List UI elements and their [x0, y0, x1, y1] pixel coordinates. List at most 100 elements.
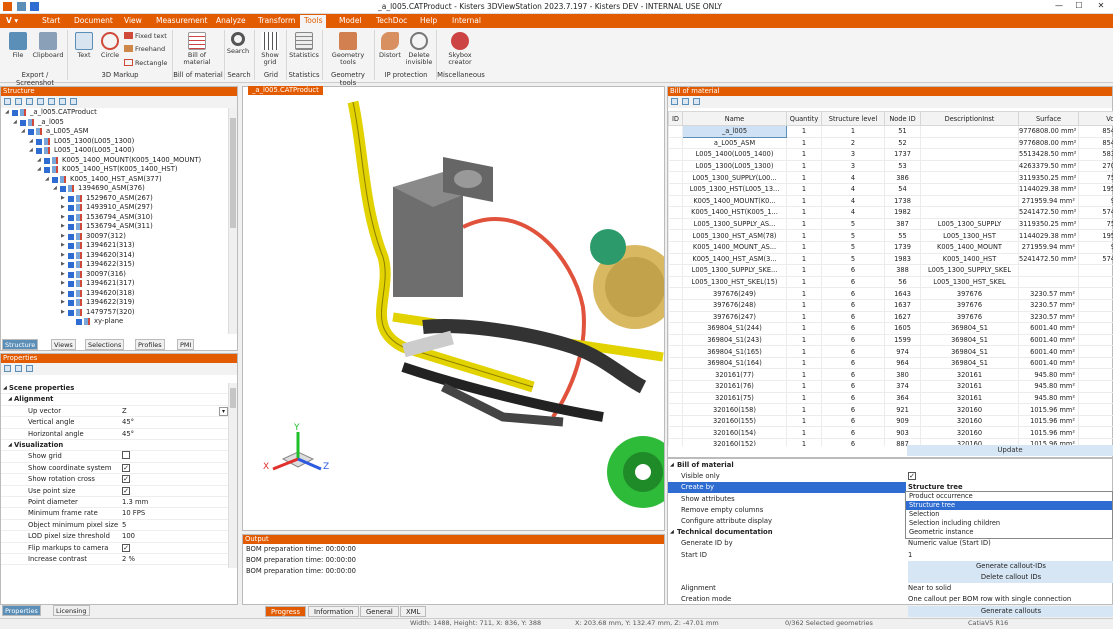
table-row[interactable]: 369804_S1(164)16964369804_S16001.40 mm²3…	[669, 357, 1113, 369]
table-row[interactable]: K005_1400_HST_ASM(3...151983K005_1400_HS…	[669, 253, 1113, 265]
property-checkbox[interactable]: ✓	[122, 487, 130, 495]
property-checkbox[interactable]	[122, 451, 130, 459]
table-row[interactable]: L005_1300_HST(L005_13...14541144029.38 m…	[669, 183, 1113, 195]
expand-arrow-icon[interactable]: ▶	[61, 203, 65, 213]
tab-properties[interactable]: Properties	[2, 605, 41, 616]
expand-arrow-icon[interactable]: ▶	[61, 298, 65, 308]
table-row[interactable]: L005_1300_HST_SKEL(15)1656L005_1300_HST_…	[669, 276, 1113, 288]
tree-option-icon[interactable]	[70, 98, 77, 105]
tab-general[interactable]: General	[360, 606, 399, 617]
tree-node[interactable]: ◢K005_1400_HST_ASM(377)	[1, 175, 229, 185]
text-markup-button[interactable]: Text	[72, 32, 96, 59]
property-value[interactable]: 10 FPS	[122, 509, 145, 517]
update-button[interactable]: Update	[907, 445, 1113, 456]
generate-callouts-button[interactable]: Generate callouts	[908, 606, 1113, 617]
table-row[interactable]: 320160(158)169213201601015.96 mm²999.93 …	[669, 404, 1113, 416]
tree-scrollbar[interactable]	[228, 108, 237, 334]
property-value[interactable]: 5	[122, 521, 126, 529]
prop-tool-icon[interactable]	[15, 365, 22, 372]
tab-help[interactable]: Help	[420, 16, 437, 25]
visible-only-checkbox[interactable]: ✓	[908, 472, 916, 480]
collapse-icon[interactable]: ◢	[8, 440, 12, 451]
dropdown-arrow-icon[interactable]: ▾	[219, 407, 228, 416]
app-menu-button[interactable]: V ▾	[6, 16, 18, 25]
table-row[interactable]: L005_1300_SUPPLY_SKE...16388L005_1300_SU…	[669, 265, 1113, 277]
property-value[interactable]: 2 %	[122, 555, 135, 563]
collapse-icon[interactable]: ◢	[670, 460, 674, 471]
document-tab[interactable]: _a_l005.CATProduct	[248, 86, 323, 95]
collapse-icon[interactable]: ◢	[8, 394, 12, 405]
table-row[interactable]: 320160(155)169093201601015.96 mm²999.93 …	[669, 415, 1113, 427]
tree-node[interactable]: ▶30097(316)	[1, 270, 229, 280]
property-checkbox[interactable]: ✓	[122, 464, 130, 472]
tab-start[interactable]: Start	[42, 16, 60, 25]
visibility-checkbox[interactable]	[68, 310, 74, 316]
table-row[interactable]: 369804_S1(244)161605369804_S16001.40 mm²…	[669, 323, 1113, 335]
setting-value[interactable]: Numeric value (Start ID)	[908, 539, 991, 547]
visibility-checkbox[interactable]	[68, 291, 74, 297]
table-row[interactable]: 320160(154)169033201601015.96 mm²999.93 …	[669, 427, 1113, 439]
dropdown-option[interactable]: Selection including children	[906, 519, 1112, 528]
property-checkbox[interactable]: ✓	[122, 544, 130, 552]
expand-arrow-icon[interactable]: ◢	[29, 137, 33, 147]
show-grid-button[interactable]: Show grid	[258, 32, 282, 66]
table-row[interactable]: 369804_S1(243)161599369804_S16001.40 mm²…	[669, 334, 1113, 346]
column-header[interactable]: Name	[683, 112, 787, 126]
tree-node[interactable]: ▶1394622(315)	[1, 260, 229, 270]
search-button[interactable]: Search	[226, 32, 250, 55]
visibility-checkbox[interactable]	[68, 281, 74, 287]
prop-tool-icon[interactable]	[26, 365, 33, 372]
table-row[interactable]: L005_1300_HST_ASM(78)1555L005_1300_HST11…	[669, 230, 1113, 242]
table-row[interactable]: 320161(76)16374320161945.80 mm²872.52 mm	[669, 381, 1113, 393]
dropdown-option[interactable]: Selection	[906, 510, 1112, 519]
tab-document[interactable]: Document	[74, 16, 113, 25]
delete-invisible-button[interactable]: Delete invisible	[404, 32, 434, 66]
expand-arrow-icon[interactable]: ▶	[61, 251, 65, 261]
tree-option-icon[interactable]	[26, 98, 33, 105]
dropdown-option[interactable]: Geometric instance	[906, 528, 1112, 537]
tab-structure[interactable]: Structure	[2, 339, 38, 350]
tab-pmi[interactable]: PMI	[177, 339, 194, 350]
tab-selections[interactable]: Selections	[85, 339, 124, 350]
delete-callout-ids-button[interactable]: Delete callout IDs	[908, 572, 1113, 583]
collapse-icon[interactable]: ◢	[3, 383, 7, 394]
expand-arrow-icon[interactable]: ◢	[13, 118, 17, 128]
close-button[interactable]: ✕	[1092, 1, 1110, 13]
dropdown-option[interactable]: Structure tree	[906, 501, 1112, 510]
visibility-checkbox[interactable]	[52, 177, 58, 183]
tree-node[interactable]: ◢_a_l005.CATProduct	[1, 108, 229, 118]
tree-node[interactable]: ◢_a_l005	[1, 118, 229, 128]
property-row[interactable]: Scene properties◢	[1, 383, 229, 394]
expand-arrow-icon[interactable]: ◢	[37, 156, 41, 166]
file-button[interactable]: File	[4, 32, 32, 59]
tab-tools[interactable]: Tools	[300, 15, 326, 28]
expand-arrow-icon[interactable]: ▶	[61, 241, 65, 251]
table-row[interactable]: a_L005_ASM12529776808.00 mm²85445644.24 …	[669, 137, 1113, 149]
visibility-checkbox[interactable]	[28, 129, 34, 135]
tab-measurement[interactable]: Measurement	[156, 16, 208, 25]
property-value[interactable]: 45°	[122, 418, 134, 426]
freehand-button[interactable]: Freehand	[124, 45, 165, 53]
table-row[interactable]: L005_1300(L005_1300)13534263379.50 mm²27…	[669, 160, 1113, 172]
tab-transform[interactable]: Transform	[258, 16, 295, 25]
tree-node[interactable]: ◢L005_1300(L005_1300)	[1, 137, 229, 147]
table-row[interactable]: L005_1300_SUPPLY(L00...143863119350.25 m…	[669, 172, 1113, 184]
expand-arrow-icon[interactable]: ▶	[61, 222, 65, 232]
column-header[interactable]: DescriptionInst	[921, 112, 1019, 126]
column-header[interactable]: Volume	[1079, 112, 1113, 126]
tree-option-icon[interactable]	[37, 98, 44, 105]
table-row[interactable]: 397676(249)1616433976763230.57 mm²2247.1…	[669, 288, 1113, 300]
expand-arrow-icon[interactable]: ▶	[61, 289, 65, 299]
property-value[interactable]: Z	[122, 407, 127, 415]
table-row[interactable]: K005_1400_MOUNT(K0...141738271959.94 mm²…	[669, 195, 1113, 207]
column-header[interactable]: ID	[669, 112, 683, 126]
expand-arrow-icon[interactable]: ▶	[61, 308, 65, 318]
column-header[interactable]: Node ID	[885, 112, 921, 126]
tab-views[interactable]: Views	[51, 339, 76, 350]
visibility-checkbox[interactable]	[68, 253, 74, 259]
table-row[interactable]: 369804_S1(165)16974369804_S16001.40 mm²3…	[669, 346, 1113, 358]
visibility-checkbox[interactable]	[36, 139, 42, 145]
expand-arrow-icon[interactable]: ▶	[61, 232, 65, 242]
table-row[interactable]: 320161(77)16380320161945.80 mm²872.52 mm	[669, 369, 1113, 381]
tab-techdoc[interactable]: TechDoc	[376, 16, 407, 25]
